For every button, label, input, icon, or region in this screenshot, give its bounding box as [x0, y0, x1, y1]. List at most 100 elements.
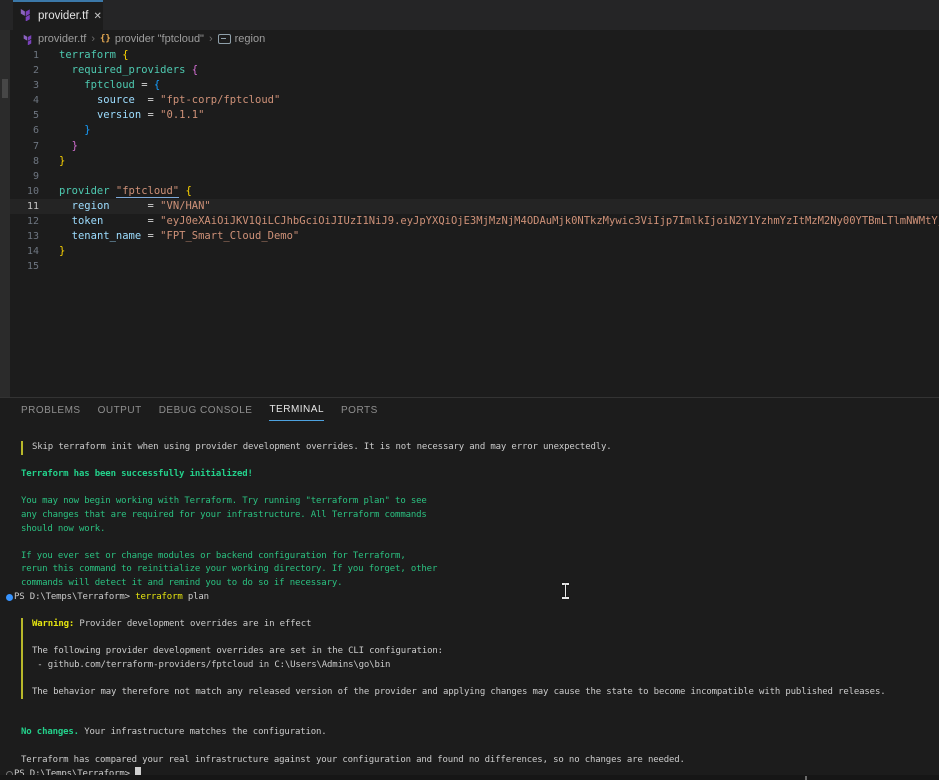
terminal-line [0, 672, 939, 686]
vscode-window: provider.tf ✕ provider.tf›{}provider "fp… [0, 0, 939, 780]
text-segment: "FPT_Smart_Cloud_Demo" [160, 230, 299, 242]
line-number[interactable]: 5 [10, 108, 46, 123]
code-line-3[interactable]: 3 fptcloud = { [10, 78, 939, 93]
text-segment: } [59, 155, 65, 167]
close-icon[interactable]: ✕ [94, 11, 102, 22]
text-segment [59, 109, 97, 121]
panel-tab-terminal[interactable]: TERMINAL [269, 399, 324, 421]
text-segment: You may now begin working with Terraform… [21, 496, 427, 506]
code-line-14[interactable]: 14} [10, 244, 939, 259]
terminal-line: No changes. Your infrastructure matches … [0, 726, 939, 740]
text-segment [59, 200, 72, 212]
code-text: terraform { [46, 48, 939, 63]
code-line-2[interactable]: 2 required_providers { [10, 63, 939, 78]
line-number[interactable]: 15 [10, 259, 46, 274]
text-segment: terraform [135, 592, 182, 602]
editor-tab-bar: provider.tf ✕ [0, 0, 939, 30]
text-segment [110, 185, 116, 197]
terminal-line [0, 536, 939, 550]
tab-provider-tf[interactable]: provider.tf ✕ [13, 0, 103, 30]
code-line-5[interactable]: 5 version = "0.1.1" [10, 108, 939, 123]
scrollbar-thumb[interactable] [2, 79, 8, 98]
code-line-4[interactable]: 4 source = "fpt-corp/fptcloud" [10, 93, 939, 108]
text-segment: = [135, 79, 154, 91]
code-line-1[interactable]: 1terraform { [10, 48, 939, 63]
line-number[interactable]: 1 [10, 48, 46, 63]
line-number[interactable]: 4 [10, 93, 46, 108]
terminal-line [0, 699, 939, 713]
code-line-7[interactable]: 7 } [10, 139, 939, 154]
terminal-line: Terraform has been successfully initiali… [0, 468, 939, 482]
code-line-6[interactable]: 6 } [10, 123, 939, 138]
breadcrumb-item-region[interactable]: region [218, 33, 266, 45]
line-number[interactable]: 6 [10, 123, 46, 138]
breadcrumb-item-provider-tf[interactable]: provider.tf [23, 33, 86, 46]
panel-tab-bar: PROBLEMS OUTPUT DEBUG CONSOLE TERMINAL PORTS [21, 399, 378, 423]
terminal-line: commands will detect it and remind you t… [0, 577, 939, 591]
line-number[interactable]: 3 [10, 78, 46, 93]
line-number[interactable]: 11 [10, 199, 46, 214]
text-segment [59, 215, 72, 227]
text-segment [59, 94, 97, 106]
text-segment: - github.com/terraform-providers/fptclou… [32, 660, 390, 670]
terminal-line [0, 713, 939, 727]
code-text: provider "fptcloud" { [46, 184, 939, 199]
breadcrumb-item-provider-fptcloud-[interactable]: {}provider "fptcloud" [100, 33, 204, 45]
code-editor[interactable]: 1terraform {2 required_providers {3 fptc… [10, 48, 939, 288]
line-number[interactable]: 8 [10, 154, 46, 169]
terminal-line: rerun this command to reinitialize your … [0, 563, 939, 577]
code-line-8[interactable]: 8} [10, 154, 939, 169]
text-segment: rerun this command to reinitialize your … [21, 564, 437, 574]
text-segment: fptcloud [84, 79, 135, 91]
line-number[interactable]: 14 [10, 244, 46, 259]
text-segment: "fptcloud" [116, 185, 179, 198]
line-number[interactable]: 2 [10, 63, 46, 78]
code-line-15[interactable]: 15 [10, 259, 939, 274]
terminal-bottom-strip [0, 775, 939, 780]
chevron-right-icon: › [209, 33, 213, 45]
terminal-line: - github.com/terraform-providers/fptclou… [0, 659, 939, 673]
line-number[interactable]: 9 [10, 169, 46, 184]
text-segment: If you ever set or change modules or bac… [21, 551, 406, 561]
line-number[interactable]: 12 [10, 214, 46, 229]
text-segment: required_providers [72, 64, 186, 76]
line-number[interactable]: 10 [10, 184, 46, 199]
panel-tab-problems[interactable]: PROBLEMS [21, 399, 81, 421]
terminal-line [0, 482, 939, 496]
text-segment [59, 140, 72, 152]
text-segment: source [97, 94, 135, 106]
code-text: fptcloud = { [46, 78, 939, 93]
chevron-right-icon: › [91, 33, 95, 45]
code-text: } [46, 244, 939, 259]
text-segment: = [103, 215, 160, 227]
code-line-12[interactable]: 12 token = "eyJ0eXAiOiJKV1QiLCJhbGciOiJI… [10, 214, 939, 229]
panel-tab-ports[interactable]: PORTS [341, 399, 378, 421]
terminal-line: The following provider development overr… [0, 645, 939, 659]
panel-tab-debug-console[interactable]: DEBUG CONSOLE [159, 399, 253, 421]
code-text: } [46, 139, 939, 154]
terminal-output: Skip terraform init when using provider … [0, 441, 939, 780]
text-segment: region [72, 200, 110, 212]
text-segment: Terraform has been successfully initiali… [21, 469, 253, 479]
code-line-13[interactable]: 13 tenant_name = "FPT_Smart_Cloud_Demo" [10, 229, 939, 244]
code-line-11[interactable]: 11 region = "VN/HAN" [10, 199, 939, 214]
breadcrumb-label: provider.tf [38, 33, 86, 45]
scrollbar-tick [805, 776, 807, 780]
text-segment: Your infrastructure matches the configur… [79, 727, 327, 737]
terminal[interactable]: Skip terraform init when using provider … [0, 426, 939, 780]
text-segment: } [72, 140, 78, 152]
command-success-decoration-icon[interactable] [6, 594, 13, 601]
panel-tab-output[interactable]: OUTPUT [98, 399, 142, 421]
line-number[interactable]: 7 [10, 139, 46, 154]
code-text [46, 169, 939, 184]
terminal-line [0, 604, 939, 618]
text-segment: { [185, 185, 191, 197]
tab-title: provider.tf [38, 10, 89, 22]
text-segment: { [192, 64, 198, 76]
code-line-10[interactable]: 10provider "fptcloud" { [10, 184, 939, 199]
code-text: tenant_name = "FPT_Smart_Cloud_Demo" [46, 229, 939, 244]
terminal-line [0, 631, 939, 645]
code-line-9[interactable]: 9 [10, 169, 939, 184]
terraform-file-icon [20, 7, 33, 26]
line-number[interactable]: 13 [10, 229, 46, 244]
